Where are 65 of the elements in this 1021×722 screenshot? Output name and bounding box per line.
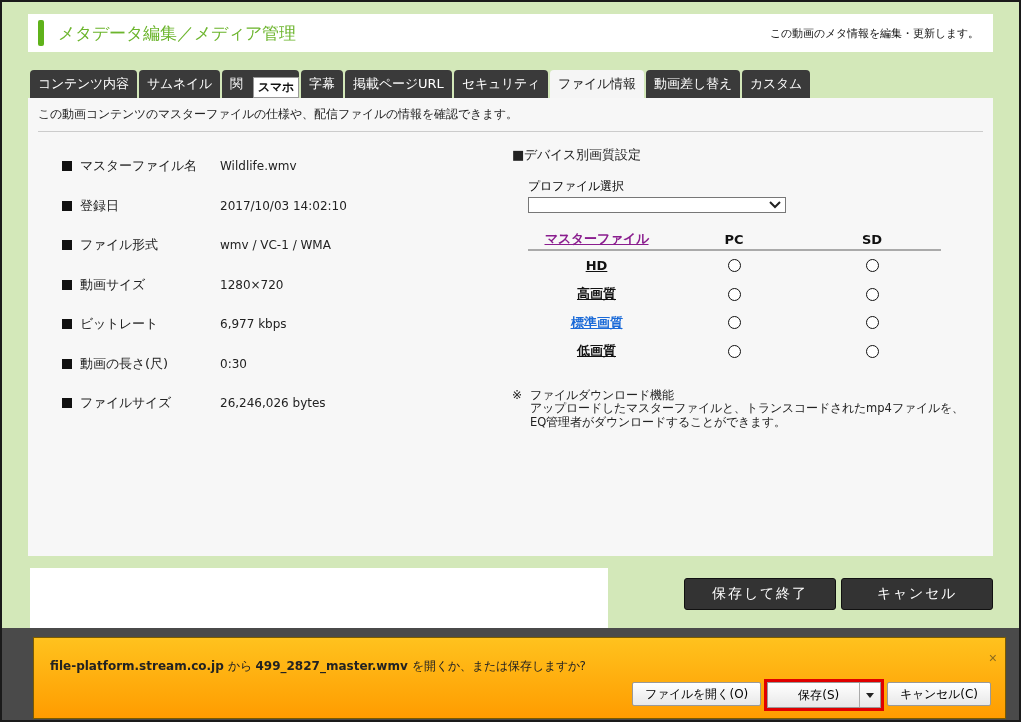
square-bullet-icon [62,161,72,171]
tab[interactable]: セキュリティ [453,70,548,99]
square-bullet-icon [62,279,72,290]
field-label: ファイル形式 [80,236,159,254]
field-label: プロファイル選択 [528,178,625,196]
radio-button[interactable] [865,316,879,329]
field-value: wmv / VC-1 / WMA [220,238,331,252]
field-label: ファイルサイズ [80,394,172,412]
square-bullet-icon [62,398,72,408]
note-text: EQ管理者がダウンロードすることができます。 [530,415,788,429]
radio-button[interactable] [865,287,879,301]
caret-icon [866,692,875,698]
download-message: file-platform.stream.co.jp から 499_2827_master.wmv を開くか、または保存しますか? [50,658,586,675]
tab[interactable]: カスタム [741,70,810,99]
radio-button[interactable] [727,316,741,329]
dialog-button[interactable]: キャンセル(C) [887,682,991,706]
accent-bar [38,20,44,47]
field-label: ビットレート [80,315,159,333]
field-value: 0:30 [220,356,247,371]
action-button[interactable]: 保存して終了 [684,578,836,610]
quality-link[interactable]: 標準画質 [570,313,623,332]
tab[interactable]: 字幕 [301,70,343,99]
field-value: 2017/10/03 14:02:10 [220,198,347,213]
chevron-down-icon [769,201,781,210]
square-bullet-icon [62,358,72,369]
radio-button[interactable] [727,259,741,272]
field-label: 登録日 [80,196,120,215]
dialog-button[interactable]: ファイルを開く(O) [632,682,762,706]
header-note: この動画のメタ情報を編集・更新します。 [770,25,979,41]
tab[interactable]: 動画差し替え [645,70,740,99]
column-header: SD [861,231,883,247]
note-text: アップロードしたマスターファイルと、トランスコードされたmp4ファイルを、 [530,402,964,416]
field-label: 動画サイズ [80,275,146,294]
field-label: マスターファイル名 [80,157,198,175]
note-mark: ※ [512,389,524,405]
note-title: ファイルダウンロード機能 [530,389,675,403]
square-bullet-icon [62,240,72,250]
field-value: 6,977 kbps [220,317,287,331]
tab[interactable]: 掲載ページURL [345,70,452,99]
square-bullet-icon [62,319,72,329]
field-label: 動画の長さ(尺) [80,354,170,373]
tab-tooltip: スマホ [253,77,299,99]
tab[interactable]: ファイル情報 [549,70,644,99]
quality-link[interactable]: 高画質 [577,285,616,303]
save-label: 保存(S) [768,683,861,707]
radio-button[interactable] [865,259,879,272]
quality-link[interactable]: 低画質 [577,342,616,360]
profile-dropdown[interactable] [528,197,786,214]
tab[interactable]: コンテンツ内容 [30,70,137,99]
action-button[interactable]: キャンセル [841,578,993,610]
section-title: ■デバイス別画質設定 [512,146,643,165]
radio-button[interactable] [727,287,741,301]
radio-button[interactable] [727,344,741,358]
quality-link[interactable]: HD [585,258,608,273]
column-link[interactable]: マスターファイル [544,230,649,249]
field-value: Wildlife.wmv [220,159,297,173]
save-split-button[interactable]: 保存(S) [767,682,882,708]
column-header: PC [724,231,744,247]
page-title: メタデータ編集／メディア管理 [58,21,297,45]
square-bullet-icon [62,200,72,211]
description: この動画コンテンツのマスターファイルの仕様や、配信ファイルの情報を確認できます。 [38,106,983,133]
tab[interactable]: サムネイル [139,70,220,99]
field-value: 1280×720 [220,277,284,292]
field-value: 26,246,026 bytes [220,396,326,410]
radio-button[interactable] [865,344,879,358]
